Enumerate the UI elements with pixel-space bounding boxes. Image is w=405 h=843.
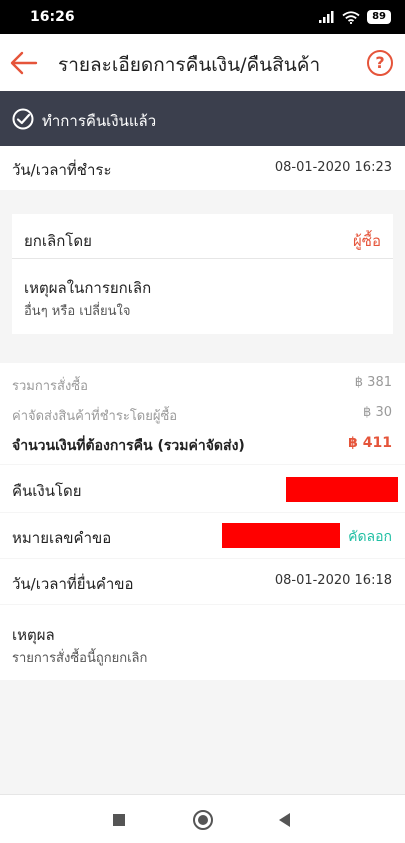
refund-method-label: คืนเงินโดย: [12, 482, 82, 500]
check-circle-icon: [12, 108, 34, 130]
refund-status-text: ทำการคืนเงินแล้ว: [42, 112, 157, 130]
reason-row: เหตุผล รายการสั่งซื้อนี้ถูกยกเลิก: [0, 605, 405, 680]
cancelled-by-label: ยกเลิกโดย: [24, 232, 92, 250]
app-bar: รายละเอียดการคืนเงิน/คืนสินค้า ?: [0, 34, 405, 91]
nav-recents-icon[interactable]: [113, 814, 125, 826]
refund-status-banner: ทำการคืนเงินแล้ว: [0, 91, 405, 146]
request-time-value: 08-01-2020 16:18: [274, 573, 392, 588]
payment-time-label: วัน/เวลาที่ชำระ: [12, 161, 112, 179]
redacted-refund-method: [286, 477, 398, 502]
shipping-fee-label: ค่าจัดส่งสินค้าที่ชำระโดยผู้ซื้อ: [12, 409, 178, 424]
order-total-label: รวมการสั่งซื้อ: [12, 379, 88, 394]
refund-method-row: คืนเงินโดย: [0, 465, 405, 512]
nav-home-icon[interactable]: [193, 810, 213, 830]
refund-amount-value: ฿ 411: [348, 435, 392, 451]
help-icon[interactable]: ?: [367, 50, 393, 76]
reason-value: รายการสั่งซื้อนี้ถูกยกเลิก: [12, 651, 148, 666]
payment-time-value: 08-01-2020 16:23: [274, 160, 392, 175]
shipping-fee-value: ฿ 30: [363, 405, 392, 420]
cancel-reason-label: เหตุผลในการยกเลิก: [24, 279, 152, 297]
order-summary: รวมการสั่งซื้อ ฿ 381 ค่าจัดส่งสินค้าที่ช…: [0, 363, 405, 464]
request-time-row: วัน/เวลาที่ยื่นคำขอ 08-01-2020 16:18: [0, 559, 405, 604]
payment-time-row: วัน/เวลาที่ชำระ 08-01-2020 16:23: [0, 146, 405, 190]
order-total-value: ฿ 381: [354, 375, 392, 390]
cancelled-by-value: ผู้ซื้อ: [353, 232, 381, 250]
back-arrow-icon[interactable]: [10, 50, 38, 76]
system-nav-bar: [0, 794, 405, 843]
request-number-row: หมายเลขคำขอ คัดลอก: [0, 513, 405, 558]
signal-icon: [319, 11, 334, 23]
reason-label: เหตุผล: [12, 626, 55, 644]
wifi-icon: [342, 10, 360, 24]
page-title: รายละเอียดการคืนเงิน/คืนสินค้า: [58, 54, 321, 76]
refund-amount-label: จำนวนเงินที่ต้องการคืน (รวมค่าจัดส่ง): [12, 438, 245, 454]
request-time-label: วัน/เวลาที่ยื่นคำขอ: [12, 575, 134, 593]
status-icons: 89: [319, 9, 391, 25]
cancel-reason-value: อื่นๆ หรือ เปลี่ยนใจ: [24, 304, 131, 319]
nav-back-icon[interactable]: [279, 813, 290, 827]
redacted-request-number: [222, 523, 340, 548]
copy-button[interactable]: คัดลอก: [348, 526, 392, 548]
status-time: 16:26: [30, 9, 75, 25]
status-bar: 16:26 89: [0, 0, 405, 34]
request-number-label: หมายเลขคำขอ: [12, 529, 112, 547]
cancellation-card: ยกเลิกโดย ผู้ซื้อ เหตุผลในการยกเลิก อื่น…: [12, 214, 393, 334]
card-divider: [12, 258, 393, 259]
battery-icon: 89: [367, 10, 391, 24]
